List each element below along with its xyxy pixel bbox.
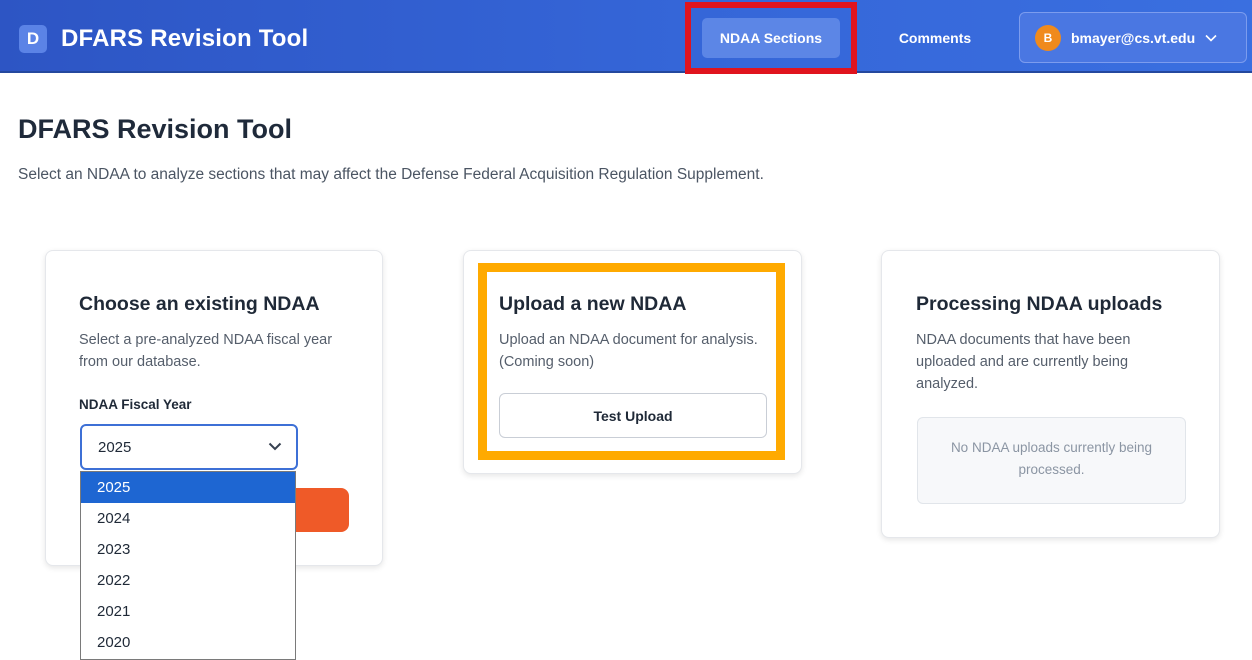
user-menu-button[interactable]: B bmayer@cs.vt.edu xyxy=(1019,12,1247,63)
card-title: Choose an existing NDAA xyxy=(79,293,320,315)
test-upload-button[interactable]: Test Upload xyxy=(499,393,767,438)
fiscal-year-selected-value: 2025 xyxy=(98,438,132,456)
card-title: Upload a new NDAA xyxy=(499,293,687,315)
fiscal-year-select[interactable]: 2025 xyxy=(80,424,298,470)
card-description: Select a pre-analyzed NDAA fiscal year f… xyxy=(79,332,333,370)
fiscal-year-dropdown-list: 2025 2024 2023 2022 2021 2020 xyxy=(80,471,296,660)
analyze-button[interactable] xyxy=(296,488,349,532)
dropdown-option[interactable]: 2025 xyxy=(81,472,295,503)
upload-new-ndaa-card: Upload a new NDAA Upload an NDAA documen… xyxy=(463,250,802,474)
dropdown-option[interactable]: 2024 xyxy=(81,503,295,534)
dropdown-option[interactable]: 2020 xyxy=(81,627,295,658)
processing-ndaa-uploads-card: Processing NDAA uploads NDAA documents t… xyxy=(881,250,1220,538)
avatar: B xyxy=(1035,24,1061,51)
brand-title: DFARS Revision Tool xyxy=(61,25,309,52)
card-description: Upload an NDAA document for analysis. (C… xyxy=(499,332,758,370)
top-navigation-bar: D DFARS Revision Tool NDAA Sections Comm… xyxy=(0,0,1252,73)
nav-comments-link[interactable]: Comments xyxy=(880,18,990,58)
nav-ndaa-sections-button[interactable]: NDAA Sections xyxy=(702,18,840,58)
chevron-down-icon xyxy=(268,438,282,454)
brand-logo: D xyxy=(19,25,47,53)
fiscal-year-label: NDAA Fiscal Year xyxy=(79,397,192,412)
dropdown-option[interactable]: 2022 xyxy=(81,565,295,596)
card-title: Processing NDAA uploads xyxy=(916,293,1163,315)
page-title: DFARS Revision Tool xyxy=(18,114,293,144)
card-description: NDAA documents that have been uploaded a… xyxy=(916,332,1131,392)
brand[interactable]: D DFARS Revision Tool xyxy=(19,25,308,53)
chevron-down-icon xyxy=(1205,30,1217,45)
user-email: bmayer@cs.vt.edu xyxy=(1071,29,1196,46)
dropdown-option[interactable]: 2023 xyxy=(81,534,295,565)
empty-state-message: No NDAA uploads currently being processe… xyxy=(917,417,1186,504)
page-subtitle: Select an NDAA to analyze sections that … xyxy=(18,166,764,183)
dropdown-option[interactable]: 2021 xyxy=(81,596,295,627)
